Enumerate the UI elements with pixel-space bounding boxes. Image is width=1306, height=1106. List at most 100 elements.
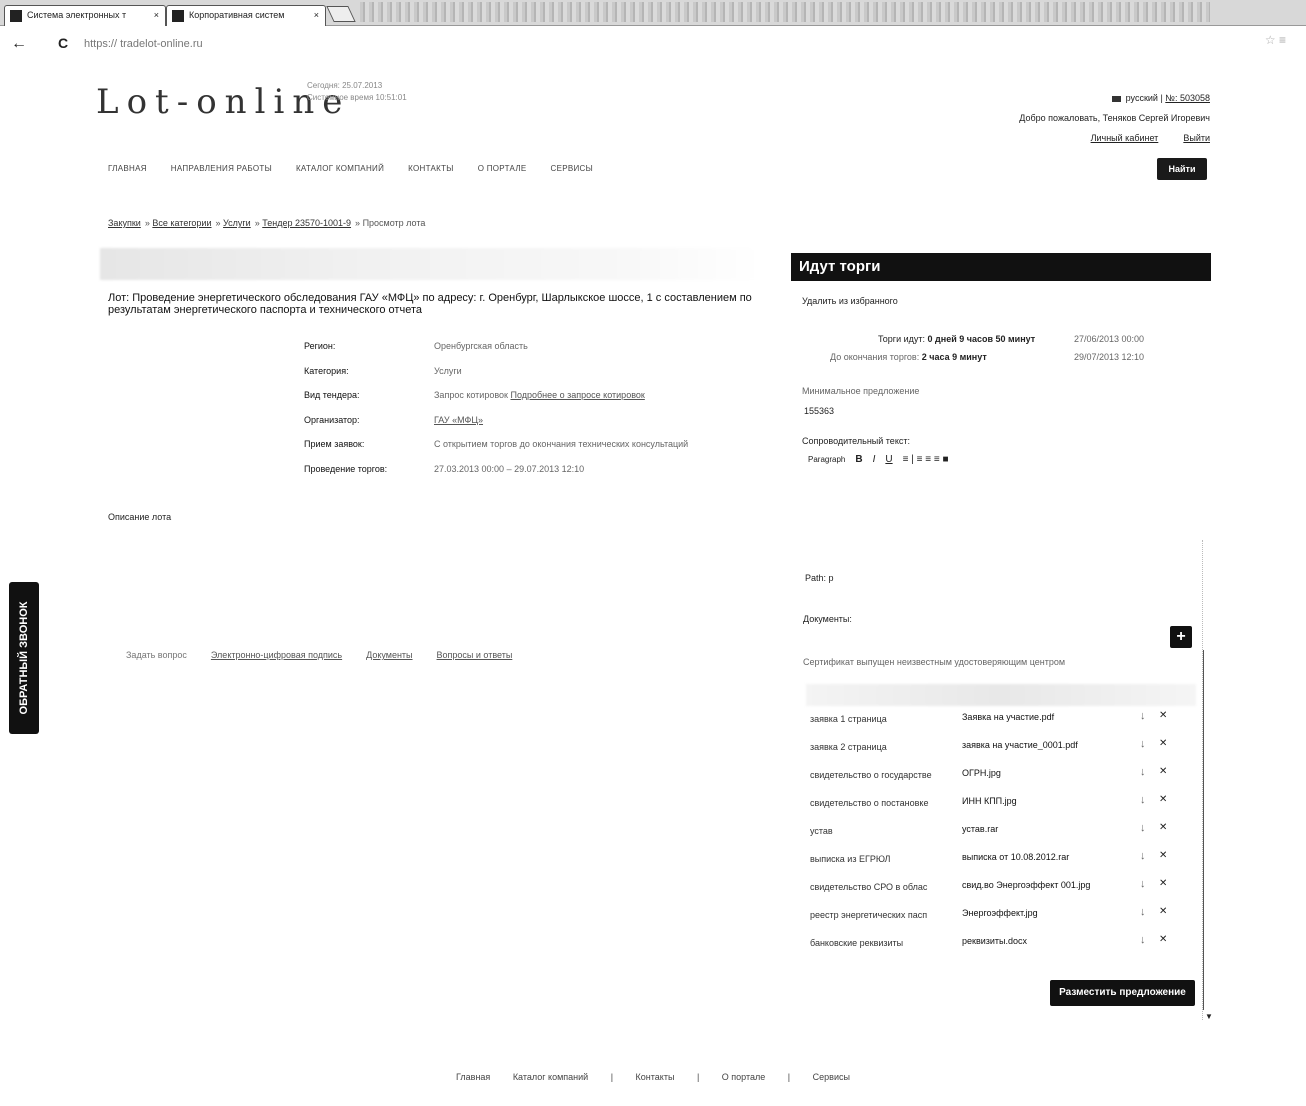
download-icon[interactable]: ↓ — [1140, 934, 1146, 946]
document-file[interactable]: Заявка на участие.pdf — [962, 712, 1092, 722]
organizer-link[interactable]: ГАУ «МФЦ» — [434, 415, 483, 425]
delete-icon[interactable]: ✕ — [1159, 738, 1167, 749]
signature-link[interactable]: Электронно-цифровая подпись — [211, 650, 342, 660]
price-input[interactable]: 155363 — [804, 406, 834, 416]
address-bar: ← C https:// tradelot-online.ru ☆ ≡ — [0, 27, 1306, 57]
download-icon[interactable]: ↓ — [1140, 850, 1146, 862]
footer-link-catalog[interactable]: Каталог компаний — [513, 1072, 588, 1082]
browser-menu-icon[interactable]: ☆ ≡ — [1265, 33, 1286, 47]
download-icon[interactable]: ↓ — [1140, 794, 1146, 806]
download-icon[interactable]: ↓ — [1140, 822, 1146, 834]
document-file[interactable]: выписка от 10.08.2012.rar — [962, 852, 1092, 862]
scrollbar-thumb[interactable] — [1203, 650, 1209, 1010]
format-select[interactable]: Paragraph — [808, 455, 845, 464]
nav-item-home[interactable]: ГЛАВНАЯ — [108, 164, 147, 173]
detail-row: Категория: Услуги — [304, 359, 688, 384]
cabinet-link[interactable]: Личный кабинет — [1091, 133, 1159, 143]
callback-button[interactable]: ОБРАТНЫЙ ЗВОНОК — [9, 582, 39, 734]
account-number-link[interactable]: №: 503058 — [1165, 93, 1210, 103]
breadcrumb-link[interactable]: Закупки — [108, 218, 141, 228]
nav-item-directions[interactable]: НАПРАВЛЕНИЯ РАБОТЫ — [171, 164, 272, 173]
detail-label: Регион: — [304, 341, 336, 352]
underline-icon[interactable]: U — [885, 454, 892, 465]
tender-type-link[interactable]: Подробнее о запросе котировок — [510, 390, 644, 400]
flag-icon — [1112, 95, 1122, 102]
price-label: Минимальное предложение — [802, 386, 920, 396]
footer-link-home[interactable]: Главная — [456, 1072, 490, 1082]
reload-icon[interactable]: C — [58, 35, 68, 51]
download-icon[interactable]: ↓ — [1140, 710, 1146, 722]
browser-tab-2[interactable]: Корпоративная систем × — [166, 5, 326, 26]
documents-link[interactable]: Документы — [366, 650, 412, 660]
browser-tab-2-label: Корпоративная систем — [189, 10, 285, 20]
document-name: свидетельство о государстве — [810, 770, 932, 780]
blurred-region — [806, 684, 1196, 706]
callback-label: ОБРАТНЫЙ ЗВОНОК — [18, 601, 30, 715]
footer-link-contacts[interactable]: Контакты — [636, 1072, 675, 1082]
back-arrow-icon[interactable]: ← — [11, 35, 27, 53]
breadcrumb-link[interactable]: Тендер 23570-1001-9 — [262, 218, 351, 228]
document-file[interactable]: свид.во Энергоэффект 001.jpg — [962, 880, 1092, 890]
breadcrumb-link[interactable]: Услуги — [223, 218, 251, 228]
delete-icon[interactable]: ✕ — [1159, 710, 1167, 721]
document-name: реестр энергетических пасп — [810, 910, 928, 920]
delete-icon[interactable]: ✕ — [1159, 794, 1167, 805]
logout-link[interactable]: Выйти — [1183, 133, 1210, 143]
bold-icon[interactable]: B — [855, 454, 862, 465]
favicon-icon — [10, 10, 22, 22]
document-row: заявка 1 страница Заявка на участие.pdf … — [810, 706, 1180, 734]
footer-link-about[interactable]: О портале — [722, 1072, 765, 1082]
detail-row: Вид тендера: Запрос котировок Подробнее … — [304, 383, 688, 408]
find-button[interactable]: Найти — [1157, 158, 1207, 180]
new-tab-button[interactable] — [326, 6, 356, 22]
footer-link-services[interactable]: Сервисы — [813, 1072, 850, 1082]
detail-value: Услуги — [434, 365, 462, 376]
url-input[interactable]: https:// tradelot-online.ru — [84, 38, 203, 50]
document-file[interactable]: Энергоэффект.jpg — [962, 908, 1092, 918]
submit-offer-button[interactable]: Разместить предложение — [1050, 980, 1195, 1006]
document-file[interactable]: реквизиты.docx — [962, 936, 1092, 946]
time-left-label: Торги идут: — [878, 334, 926, 344]
document-file[interactable]: устав.rar — [962, 824, 1092, 834]
document-row: выписка из ЕГРЮЛ выписка от 10.08.2012.r… — [810, 846, 1180, 874]
nav-item-contacts[interactable]: КОНТАКТЫ — [408, 164, 454, 173]
document-name: свидетельство о постановке — [810, 798, 929, 808]
download-icon[interactable]: ↓ — [1140, 738, 1146, 750]
delete-icon[interactable]: ✕ — [1159, 906, 1167, 917]
blurred-region — [100, 248, 760, 280]
ask-question-text[interactable]: Задать вопрос — [126, 650, 187, 660]
delete-icon[interactable]: ✕ — [1159, 878, 1167, 889]
scroll-down-icon[interactable]: ▼ — [1205, 1012, 1213, 1021]
documents-table: заявка 1 страница Заявка на участие.pdf … — [810, 706, 1180, 958]
faq-link[interactable]: Вопросы и ответы — [437, 650, 513, 660]
delete-icon[interactable]: ✕ — [1159, 850, 1167, 861]
add-document-button[interactable]: + — [1170, 626, 1192, 648]
detail-row: Прием заявок: С открытием торгов до окон… — [304, 432, 688, 457]
detail-label: Организатор: — [304, 414, 360, 425]
document-file[interactable]: заявка на участие_0001.pdf — [962, 740, 1092, 750]
delete-icon[interactable]: ✕ — [1159, 822, 1167, 833]
detail-value: 27.03.2013 00:00 – 29.07.2013 12:10 — [434, 463, 585, 474]
download-icon[interactable]: ↓ — [1140, 906, 1146, 918]
nav-item-catalog[interactable]: КАТАЛОГ КОМПАНИЙ — [296, 164, 384, 173]
document-file[interactable]: ИНН КПП.jpg — [962, 796, 1092, 806]
breadcrumb-link[interactable]: Все категории — [152, 218, 211, 228]
browser-tab-1[interactable]: Система электронных т × — [4, 5, 166, 26]
nav-item-services[interactable]: СЕРВИСЫ — [551, 164, 594, 173]
tab-close-icon[interactable]: × — [154, 10, 159, 20]
download-icon[interactable]: ↓ — [1140, 878, 1146, 890]
favicon-icon — [172, 10, 184, 22]
tab-close-icon[interactable]: × — [314, 10, 319, 20]
delete-icon[interactable]: ✕ — [1159, 766, 1167, 777]
detail-row: Регион: Оренбургская область — [304, 334, 688, 359]
align-icons[interactable]: ≡ | ≡ ≡ ≡ ■ — [903, 454, 949, 465]
document-name: заявка 1 страница — [810, 714, 887, 724]
detail-label: Прием заявок: — [304, 439, 365, 450]
language-switch[interactable]: русский — [1126, 93, 1158, 103]
download-icon[interactable]: ↓ — [1140, 766, 1146, 778]
remove-favorite-link[interactable]: Удалить из избранного — [802, 296, 898, 306]
italic-icon[interactable]: I — [873, 454, 876, 465]
nav-item-about[interactable]: О ПОРТАЛЕ — [478, 164, 527, 173]
delete-icon[interactable]: ✕ — [1159, 934, 1167, 945]
document-file[interactable]: ОГРН.jpg — [962, 768, 1092, 778]
